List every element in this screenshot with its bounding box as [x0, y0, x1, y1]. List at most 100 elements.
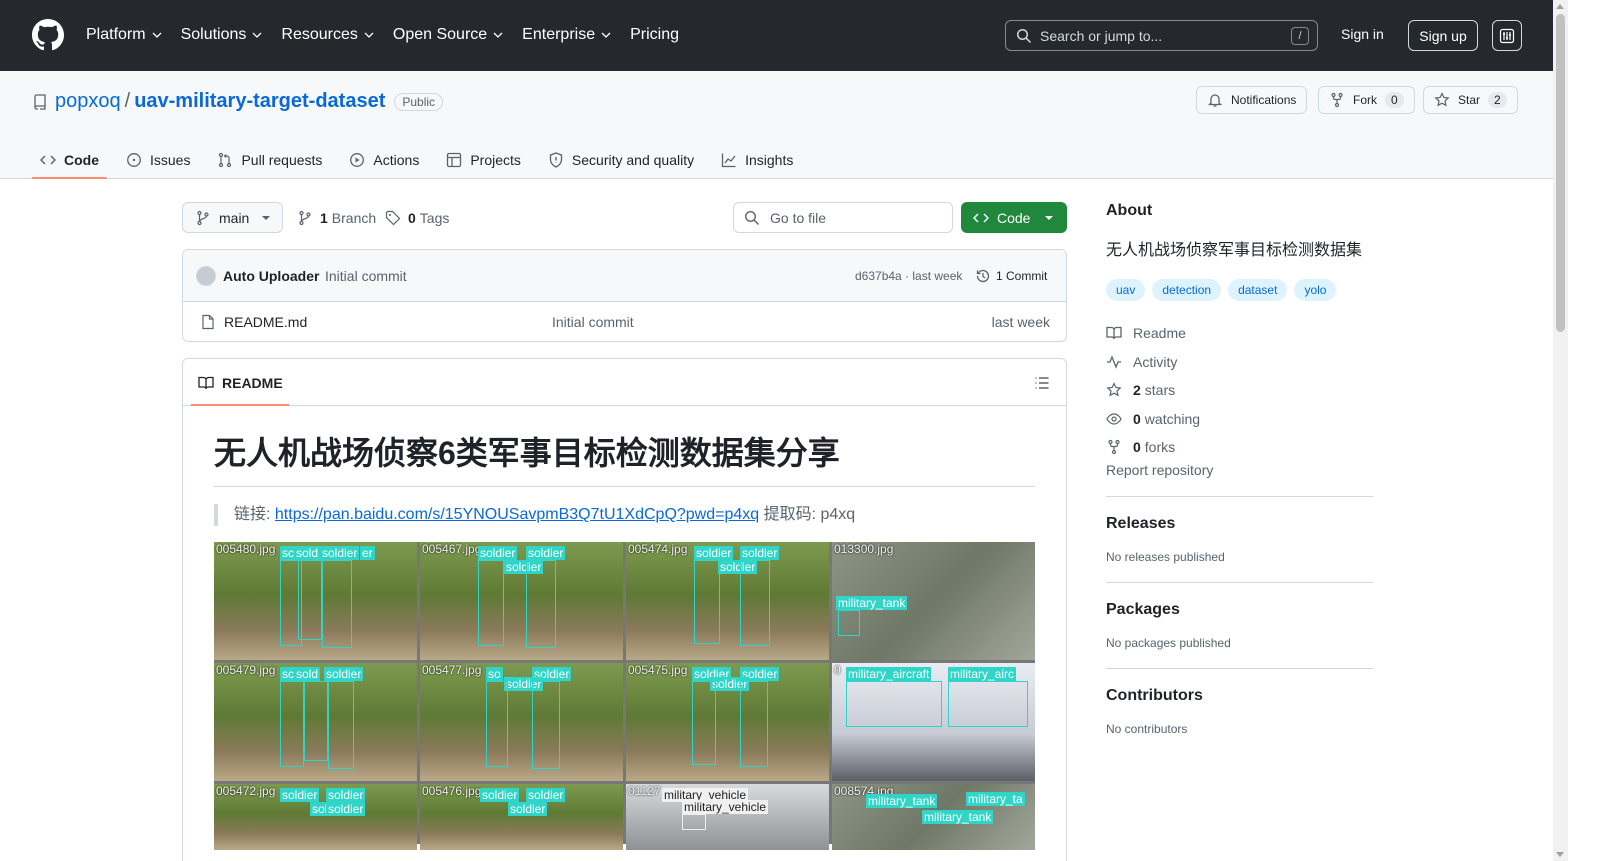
commit-message[interactable]: Initial commit: [325, 268, 407, 284]
preview-filename: 013300.jpg: [834, 542, 894, 556]
nav-platform[interactable]: Platform: [86, 24, 163, 46]
topic-tag[interactable]: uav: [1106, 279, 1146, 301]
page-scrollbar[interactable]: [1553, 0, 1568, 861]
topic-tag[interactable]: detection: [1152, 279, 1222, 301]
fork-count: 0: [1385, 92, 1404, 108]
chevron-down-icon: [152, 32, 162, 38]
commit-hash[interactable]: d637b4a · last week: [855, 269, 962, 283]
nav-resources[interactable]: Resources: [281, 24, 374, 46]
download-link[interactable]: https://pan.baidu.com/s/15YNOUSavpmB3Q7t…: [275, 506, 759, 523]
fork-button[interactable]: Fork 0: [1318, 86, 1415, 114]
nav-solutions[interactable]: Solutions: [181, 24, 264, 46]
table-icon: [447, 152, 462, 168]
scroll-down-arrow-icon[interactable]: [1556, 852, 1564, 857]
star-count: 2: [1488, 92, 1507, 108]
play-circle-icon: [350, 153, 365, 167]
list-outline-icon[interactable]: [1034, 375, 1050, 391]
code-dropdown-button[interactable]: Code: [961, 202, 1067, 233]
branches-link[interactable]: 1 Branch: [297, 210, 376, 226]
tab-projects[interactable]: Projects: [438, 141, 529, 179]
tags-link[interactable]: 0 Tags: [385, 210, 449, 226]
readme-tab[interactable]: README: [191, 359, 289, 406]
chevron-down-icon: [364, 32, 374, 38]
forks-link[interactable]: 0 forks: [1106, 433, 1373, 462]
branch-label: Branch: [331, 210, 377, 226]
activity-link-label: Activity: [1133, 353, 1178, 370]
sign-up-button[interactable]: Sign up: [1408, 20, 1478, 51]
file-browser: Auto Uploader Initial commit d637b4a · l…: [182, 249, 1067, 342]
avatar[interactable]: [196, 266, 216, 286]
commits-link[interactable]: 1 Commit: [975, 268, 1047, 284]
tab-issues[interactable]: Issues: [118, 141, 198, 179]
preview-filename: 005474.jpg: [628, 542, 688, 556]
scroll-up-arrow-icon[interactable]: [1556, 4, 1564, 9]
book-icon: [1106, 327, 1122, 340]
sign-in-link[interactable]: Sign in: [1341, 26, 1384, 42]
contributors-heading[interactable]: Contributors: [1106, 687, 1373, 705]
preview-cell: 005474.jpg soldier soldier soldier: [626, 542, 829, 660]
watchers-link[interactable]: 0 watching: [1106, 405, 1373, 434]
scrollbar-thumb[interactable]: [1556, 14, 1565, 332]
tab-code[interactable]: Code: [32, 141, 107, 179]
releases-heading[interactable]: Releases: [1106, 515, 1373, 533]
eye-icon: [1106, 413, 1122, 425]
global-nav: Platform Solutions Resources Open Source…: [86, 24, 697, 46]
global-search-input[interactable]: Search or jump to... /: [1005, 20, 1318, 51]
branch-select-button[interactable]: main: [182, 202, 283, 233]
code-icon: [973, 212, 989, 223]
tab-pull-requests[interactable]: Pull requests: [209, 141, 330, 179]
nav-pricing[interactable]: Pricing: [630, 24, 679, 46]
readme-panel: README 无人机战场侦察6类军事目标检测数据集分享 链接: https://…: [182, 358, 1067, 861]
detection-label: soldier: [526, 546, 566, 560]
report-repository-link[interactable]: Report repository: [1106, 462, 1213, 478]
github-logo-icon[interactable]: [32, 19, 64, 51]
file-name-link[interactable]: README.md: [224, 314, 307, 330]
tab-actions[interactable]: Actions: [341, 141, 427, 179]
detection-label: soldier: [526, 788, 566, 802]
nav-open-source[interactable]: Open Source: [393, 24, 504, 46]
readme-link[interactable]: Readme: [1106, 319, 1373, 348]
go-to-file-input[interactable]: Go to file: [733, 202, 953, 233]
detection-box: [328, 681, 354, 769]
tab-insights[interactable]: Insights: [713, 141, 801, 179]
readme-content: 无人机战场侦察6类军事目标检测数据集分享 链接: https://pan.bai…: [214, 406, 1035, 850]
commit-author[interactable]: Auto Uploader: [223, 268, 319, 284]
chevron-down-icon: [252, 32, 262, 38]
branch-icon: [197, 210, 209, 225]
detection-label: soldier: [326, 788, 366, 802]
detection-label: soldier: [280, 788, 320, 802]
packages-heading[interactable]: Packages: [1106, 601, 1373, 619]
link-prefix: 链接:: [234, 506, 275, 523]
preview-cell: 005467.jpg soldier soldier soldier: [420, 542, 623, 660]
notifications-button[interactable]: Notifications: [1196, 86, 1308, 114]
file-commit-message[interactable]: Initial commit: [552, 314, 634, 330]
nav-enterprise[interactable]: Enterprise: [522, 24, 612, 46]
bell-icon: [1207, 94, 1223, 107]
nav-solutions-label: Solutions: [180, 26, 247, 43]
preview-filename: 005479.jpg: [216, 663, 276, 677]
repo-name-link[interactable]: uav-military-target-dataset: [134, 90, 385, 113]
activity-link[interactable]: Activity: [1106, 348, 1373, 377]
detection-label: soldier: [324, 667, 364, 681]
topic-tag[interactable]: yolo: [1294, 279, 1337, 301]
pulse-icon: [1107, 354, 1121, 369]
file-commit-time: last week: [991, 314, 1050, 330]
detection-label: soldier: [326, 802, 366, 816]
topic-tag[interactable]: dataset: [1228, 279, 1288, 301]
issue-icon: [127, 153, 141, 167]
detection-box: [740, 560, 770, 646]
forks-label: forks: [1144, 439, 1176, 456]
detection-label: soldier: [694, 546, 734, 560]
star-label: Star: [1458, 93, 1481, 107]
stars-link[interactable]: 2 stars: [1106, 376, 1373, 405]
settings-menu-button[interactable]: [1492, 20, 1522, 51]
star-button[interactable]: Star 2: [1423, 86, 1518, 114]
repo-owner-link[interactable]: popxoq: [55, 90, 121, 113]
tab-security[interactable]: Security and quality: [540, 141, 702, 179]
caret-down-icon: [262, 215, 271, 220]
search-icon: [1016, 28, 1032, 43]
latest-commit-row: Auto Uploader Initial commit d637b4a · l…: [183, 250, 1066, 302]
branch-name: main: [219, 209, 250, 226]
detection-box: [682, 814, 706, 830]
nav-pricing-label: Pricing: [630, 26, 679, 43]
